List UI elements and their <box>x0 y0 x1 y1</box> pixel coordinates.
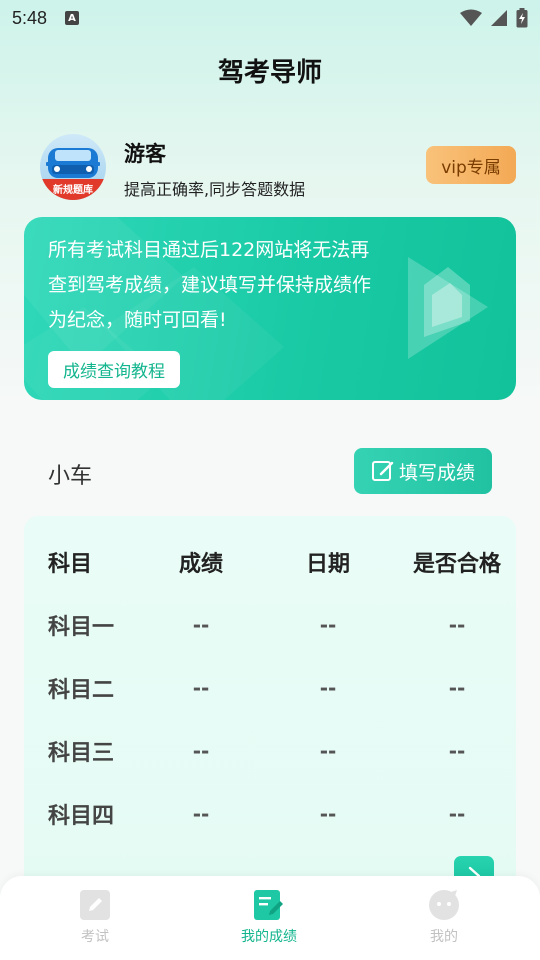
status-time: 5:48 <box>12 7 48 28</box>
battery-icon <box>516 8 528 28</box>
user-subtitle: 提高正确率,同步答题数据 <box>124 180 306 199</box>
nav-label: 我的 <box>430 929 458 945</box>
user-profile-row[interactable]: 新规题库 游客 提高正确率,同步答题数据 vip专属 <box>40 134 516 200</box>
score-table: 科目 成绩 日期 是否合格 科目一 -- -- -- 科目二 -- -- -- … <box>24 530 516 845</box>
banner-text: 所有考试科目通过后122网站将无法再查到驾考成绩，建议填写并保持成绩作为纪念，随… <box>48 239 372 331</box>
score-sheet-icon <box>254 890 283 920</box>
column-header: 科目 <box>48 551 93 577</box>
score-cell: -- <box>192 801 210 826</box>
pass-cell: -- <box>448 738 466 763</box>
vehicle-type-label: 小车 <box>48 464 93 489</box>
status-bar: 5:48 A <box>0 0 540 36</box>
date-cell: -- <box>319 675 337 700</box>
score-cell: -- <box>192 675 210 700</box>
score-cell: -- <box>192 738 210 763</box>
table-header-row: 科目 成绩 日期 是否合格 <box>24 530 516 593</box>
column-header: 日期 <box>305 551 350 577</box>
table-row: 科目二 -- -- -- <box>24 656 516 719</box>
pencil-icon <box>80 890 110 920</box>
avatar[interactable]: 新规题库 <box>40 134 106 200</box>
pass-cell: -- <box>448 801 466 826</box>
vip-button[interactable]: vip专属 <box>426 146 516 184</box>
subject-cell: 科目三 <box>48 740 115 766</box>
edit-icon <box>371 461 394 481</box>
date-cell: -- <box>319 612 337 637</box>
score-cell: -- <box>192 612 210 637</box>
signal-icon <box>491 10 507 26</box>
subject-cell: 科目二 <box>48 677 115 703</box>
profile-face-icon <box>429 890 459 920</box>
date-cell: -- <box>319 738 337 763</box>
pass-cell: -- <box>448 612 466 637</box>
page-title: 驾考导师 <box>217 58 322 88</box>
wifi-icon <box>460 9 482 26</box>
status-icons <box>460 8 528 28</box>
nav-item-mine[interactable]: 我的 <box>384 890 504 946</box>
nav-label: 我的成绩 <box>241 929 297 945</box>
subject-cell: 科目四 <box>48 803 115 829</box>
fill-score-button[interactable]: 填写成绩 <box>354 448 492 494</box>
table-row: 科目一 -- -- -- <box>24 593 516 656</box>
table-row: 科目三 -- -- -- <box>24 719 516 782</box>
nav-item-my-scores[interactable]: 我的成绩 <box>209 890 329 946</box>
nav-item-exam[interactable]: 考试 <box>35 890 155 946</box>
pass-cell: -- <box>448 675 466 700</box>
avatar-caption: 新规题库 <box>53 185 93 196</box>
score-query-tutorial-button[interactable]: 成绩查询教程 <box>48 351 180 388</box>
table-row: 科目四 -- -- -- <box>24 782 516 845</box>
play-arrow-icon <box>408 257 488 359</box>
fill-score-label: 填写成绩 <box>398 461 475 484</box>
subject-cell: 科目一 <box>48 614 115 640</box>
user-name: 游客 <box>124 142 166 166</box>
nav-label: 考试 <box>81 929 109 945</box>
column-header: 是否合格 <box>412 551 501 577</box>
bottom-nav: 考试 我的成绩 我的 <box>0 876 540 960</box>
score-notice-banner: 所有考试科目通过后122网站将无法再查到驾考成绩，建议填写并保持成绩作为纪念，随… <box>24 217 516 400</box>
column-header: 成绩 <box>178 551 223 577</box>
notification-a-icon: A <box>65 11 80 25</box>
vehicle-section-header: 小车 填写成绩 <box>24 448 492 494</box>
date-cell: -- <box>319 801 337 826</box>
score-card: 科目 成绩 日期 是否合格 科目一 -- -- -- 科目二 -- -- -- … <box>24 516 516 896</box>
